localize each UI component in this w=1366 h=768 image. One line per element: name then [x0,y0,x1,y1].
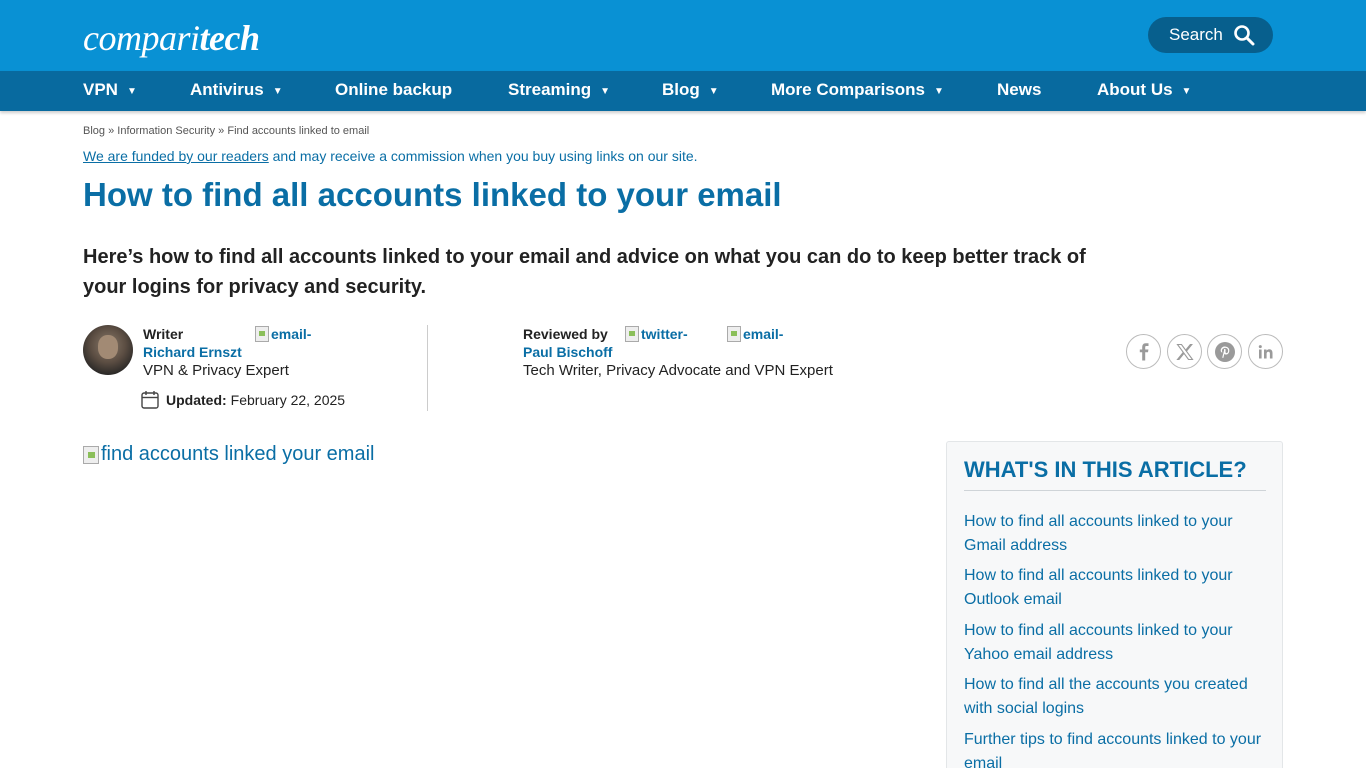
affiliate-disclosure: We are funded by our readers and may rec… [83,148,698,164]
toc-title: WHAT'S IN THIS ARTICLE? [964,457,1247,482]
breadcrumb-category-link[interactable]: Information Security [117,125,215,137]
disclosure-text: and may receive a commission when you bu… [272,148,698,164]
caret-down-icon: ▼ [600,86,611,97]
reviewer-email-alt: email- [743,326,784,342]
writer-avatar[interactable] [83,325,133,375]
calendar-icon [141,391,159,409]
broken-image-icon [83,445,99,464]
logo-text-part2: tech [199,18,260,58]
toc-item[interactable]: Further tips to find accounts linked to … [964,728,1264,768]
updated-value: February 22, 2025 [230,391,346,408]
caret-down-icon: ▼ [126,86,137,97]
nav-item-online-backup[interactable]: Online backup [335,71,452,111]
toc-divider [964,490,1266,491]
main-nav: VPN ▼ Antivirus ▼ Online backup Streaming ▼… [0,71,1366,111]
nav-item-more-comparisons[interactable]: More Comparisons ▼ [771,71,944,111]
nav-label: About Us [1097,80,1173,99]
nav-label: Blog [662,80,700,99]
share-x-button[interactable] [1167,334,1202,369]
writer-email-alt: email- [271,326,312,342]
nav-label: VPN [83,80,118,99]
reviewer-twitter-icon[interactable]: twitter- [625,326,688,342]
toc-item[interactable]: How to find all accounts linked to your … [964,510,1264,557]
reviewer-role: Tech Writer, Privacy Advocate and VPN Ex… [523,362,833,379]
article-intro: Here’s how to find all accounts linked t… [83,246,1086,298]
reviewer-label: Reviewed by [523,326,608,342]
toc-item[interactable]: How to find all accounts linked to your … [964,619,1264,666]
nav-label: Antivirus [190,80,264,99]
reviewer-name-link[interactable]: Paul Bischoff [523,344,612,360]
nav-item-vpn[interactable]: VPN ▼ [83,71,137,111]
pinterest-icon [1214,341,1235,362]
caret-down-icon: ▼ [1181,86,1192,97]
breadcrumb: Blog » Information Security » Find accou… [83,125,369,137]
caret-down-icon: ▼ [933,86,944,97]
breadcrumb-separator: » [218,125,225,137]
page-title: How to find all accounts linked to your … [83,176,782,213]
share-facebook-button[interactable] [1126,334,1161,369]
broken-image-icon [625,326,639,342]
nav-label: More Comparisons [771,80,925,99]
facebook-icon [1139,342,1148,360]
share-linkedin-button[interactable] [1248,334,1283,369]
nav-label: Streaming [508,80,592,99]
site-header: comparitech Search [0,0,1366,71]
writer-label: Writer [143,326,184,342]
author-divider [427,325,428,411]
nav-label: Online backup [335,80,453,99]
breadcrumb-current: Find accounts linked to email [227,125,370,137]
updated-label: Updated: [166,391,227,408]
table-of-contents: WHAT'S IN THIS ARTICLE? How to find all … [946,441,1283,768]
toc-item[interactable]: How to find all accounts linked to your … [964,564,1264,611]
funded-by-readers-link[interactable]: We are funded by our readers [83,148,269,164]
broken-image-icon [727,326,741,342]
hero-image-alt: find accounts linked your email [101,443,375,465]
logo-text-part1: compari [83,18,200,58]
nav-item-antivirus[interactable]: Antivirus ▼ [190,71,283,111]
breadcrumb-blog-link[interactable]: Blog [83,125,105,137]
breadcrumb-separator: » [108,125,115,137]
linkedin-icon [1258,344,1272,358]
nav-item-blog[interactable]: Blog ▼ [662,71,719,111]
nav-item-streaming[interactable]: Streaming ▼ [508,71,610,111]
reviewer-email-icon[interactable]: email- [727,326,783,342]
caret-down-icon: ▼ [708,86,719,97]
writer-name-link[interactable]: Richard Ernszt [143,344,242,360]
site-logo[interactable]: comparitech [83,16,260,60]
caret-down-icon: ▼ [272,86,283,97]
nav-label: News [997,80,1042,99]
search-label: Search [1169,25,1223,44]
share-pinterest-button[interactable] [1207,334,1242,369]
updated-date: Updated: February 22, 2025 [141,390,345,409]
search-icon [1234,25,1255,46]
x-icon [1175,343,1194,360]
reviewer-twitter-alt: twitter- [641,326,688,342]
hero-image: find accounts linked your email [83,443,374,466]
broken-image-icon [255,326,269,342]
writer-role: VPN & Privacy Expert [143,362,289,379]
toc-item[interactable]: How to find all the accounts you created… [964,673,1264,720]
nav-item-news[interactable]: News [997,71,1041,111]
writer-email-icon[interactable]: email- [255,326,311,342]
nav-item-about-us[interactable]: About Us ▼ [1097,71,1191,111]
search-button[interactable]: Search [1148,17,1273,53]
